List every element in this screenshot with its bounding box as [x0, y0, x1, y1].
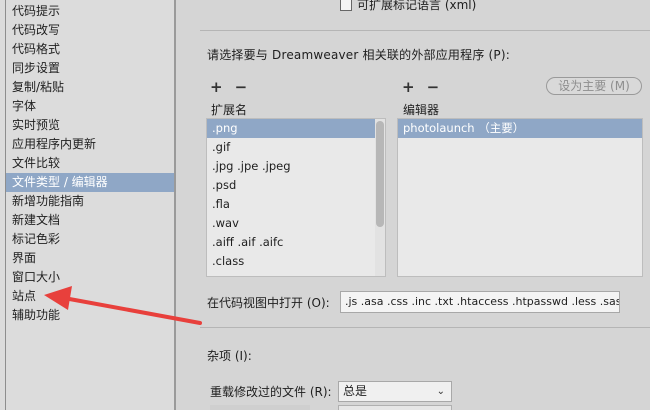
editors-list-rows: photolaunch （主要） [398, 119, 642, 138]
editors-list[interactable]: photolaunch （主要） [397, 118, 643, 277]
editors-add-remove: + − [402, 78, 451, 96]
category-item[interactable]: 新增功能指南 [6, 192, 174, 211]
extension-row[interactable]: .png [207, 119, 385, 138]
file-types-editors-panel: 可扩展标记语言 (xml) 请选择要与 Dreamweaver 相关联的外部应用… [178, 0, 650, 410]
extension-row[interactable]: .jpg .jpe .jpeg [207, 157, 385, 176]
external-apps-prompt: 请选择要与 Dreamweaver 相关联的外部应用程序 (P): [207, 48, 510, 62]
category-item[interactable]: 文件比较 [6, 154, 174, 173]
category-item[interactable]: 复制/粘贴 [6, 78, 174, 97]
editor-row[interactable]: photolaunch （主要） [398, 119, 642, 138]
extension-row[interactable]: .fla [207, 195, 385, 214]
category-item[interactable]: 代码提示 [6, 2, 174, 21]
category-item[interactable]: 字体 [6, 97, 174, 116]
remove-extension-button[interactable]: − [235, 78, 248, 96]
extension-row[interactable]: .class [207, 252, 385, 271]
xml-checkbox-label: 可扩展标记语言 (xml) [357, 0, 477, 12]
category-list: 代码提示 代码改写 代码格式 同步设置 复制/粘贴 字体 实时预览 应用程序内更新 文件比较 文件… [6, 2, 174, 325]
next-option-label [210, 405, 310, 410]
reload-modified-label: 重载修改过的文件 (R): [210, 385, 332, 399]
editors-header: 编辑器 [403, 103, 440, 117]
category-item[interactable]: 应用程序内更新 [6, 135, 174, 154]
chevron-down-icon: ⌄ [436, 386, 445, 397]
open-in-code-view-input[interactable]: .js .asa .css .inc .txt .htaccess .htpas… [340, 291, 620, 313]
extension-row[interactable]: .aiff .aif .aifc [207, 233, 385, 252]
add-editor-button[interactable]: + [402, 78, 415, 96]
xml-option[interactable]: 可扩展标记语言 (xml) [340, 0, 476, 13]
category-item[interactable]: 代码格式 [6, 40, 174, 59]
category-item[interactable]: 站点 [6, 287, 174, 306]
set-primary-button[interactable]: 设为主要 (M) [546, 77, 642, 95]
reload-modified-value: 总是 [343, 384, 368, 398]
extensions-list[interactable]: .png .gif .jpg .jpe .jpeg .psd .fla .wav .aiff… [206, 118, 386, 277]
extensions-scrollbar[interactable] [375, 119, 385, 276]
misc-label: 杂项 (I): [207, 349, 252, 363]
xml-checkbox[interactable] [340, 0, 352, 11]
category-item[interactable]: 窗口大小 [6, 268, 174, 287]
category-panel: 代码提示 代码改写 代码格式 同步设置 复制/粘贴 字体 实时预览 应用程序内更新 文件比较 文件… [0, 0, 176, 410]
category-item[interactable]: 界面 [6, 249, 174, 268]
extensions-list-rows: .png .gif .jpg .jpe .jpeg .psd .fla .wav .aiff… [207, 119, 385, 271]
extensions-header: 扩展名 [211, 103, 248, 117]
extension-row[interactable]: .wav [207, 214, 385, 233]
extension-row[interactable]: .gif [207, 138, 385, 157]
category-item[interactable]: 辅助功能 [6, 306, 174, 325]
extension-row[interactable]: .psd [207, 176, 385, 195]
separator [200, 327, 650, 328]
category-item[interactable]: 标记色彩 [6, 230, 174, 249]
next-option-select[interactable] [338, 405, 452, 410]
category-item[interactable]: 文件类型 / 编辑器 [6, 173, 174, 192]
category-item[interactable]: 代码改写 [6, 21, 174, 40]
reload-modified-select[interactable]: 总是 ⌄ [338, 381, 452, 402]
category-item[interactable]: 实时预览 [6, 116, 174, 135]
open-in-code-view-label: 在代码视图中打开 (O): [207, 296, 330, 310]
panel-divider [174, 0, 176, 410]
extensions-add-remove: + − [210, 78, 259, 96]
extensions-scroll-thumb[interactable] [376, 121, 384, 227]
separator [200, 30, 650, 31]
add-extension-button[interactable]: + [210, 78, 223, 96]
category-item[interactable]: 新建文档 [6, 211, 174, 230]
remove-editor-button[interactable]: − [427, 78, 440, 96]
category-item[interactable]: 同步设置 [6, 59, 174, 78]
